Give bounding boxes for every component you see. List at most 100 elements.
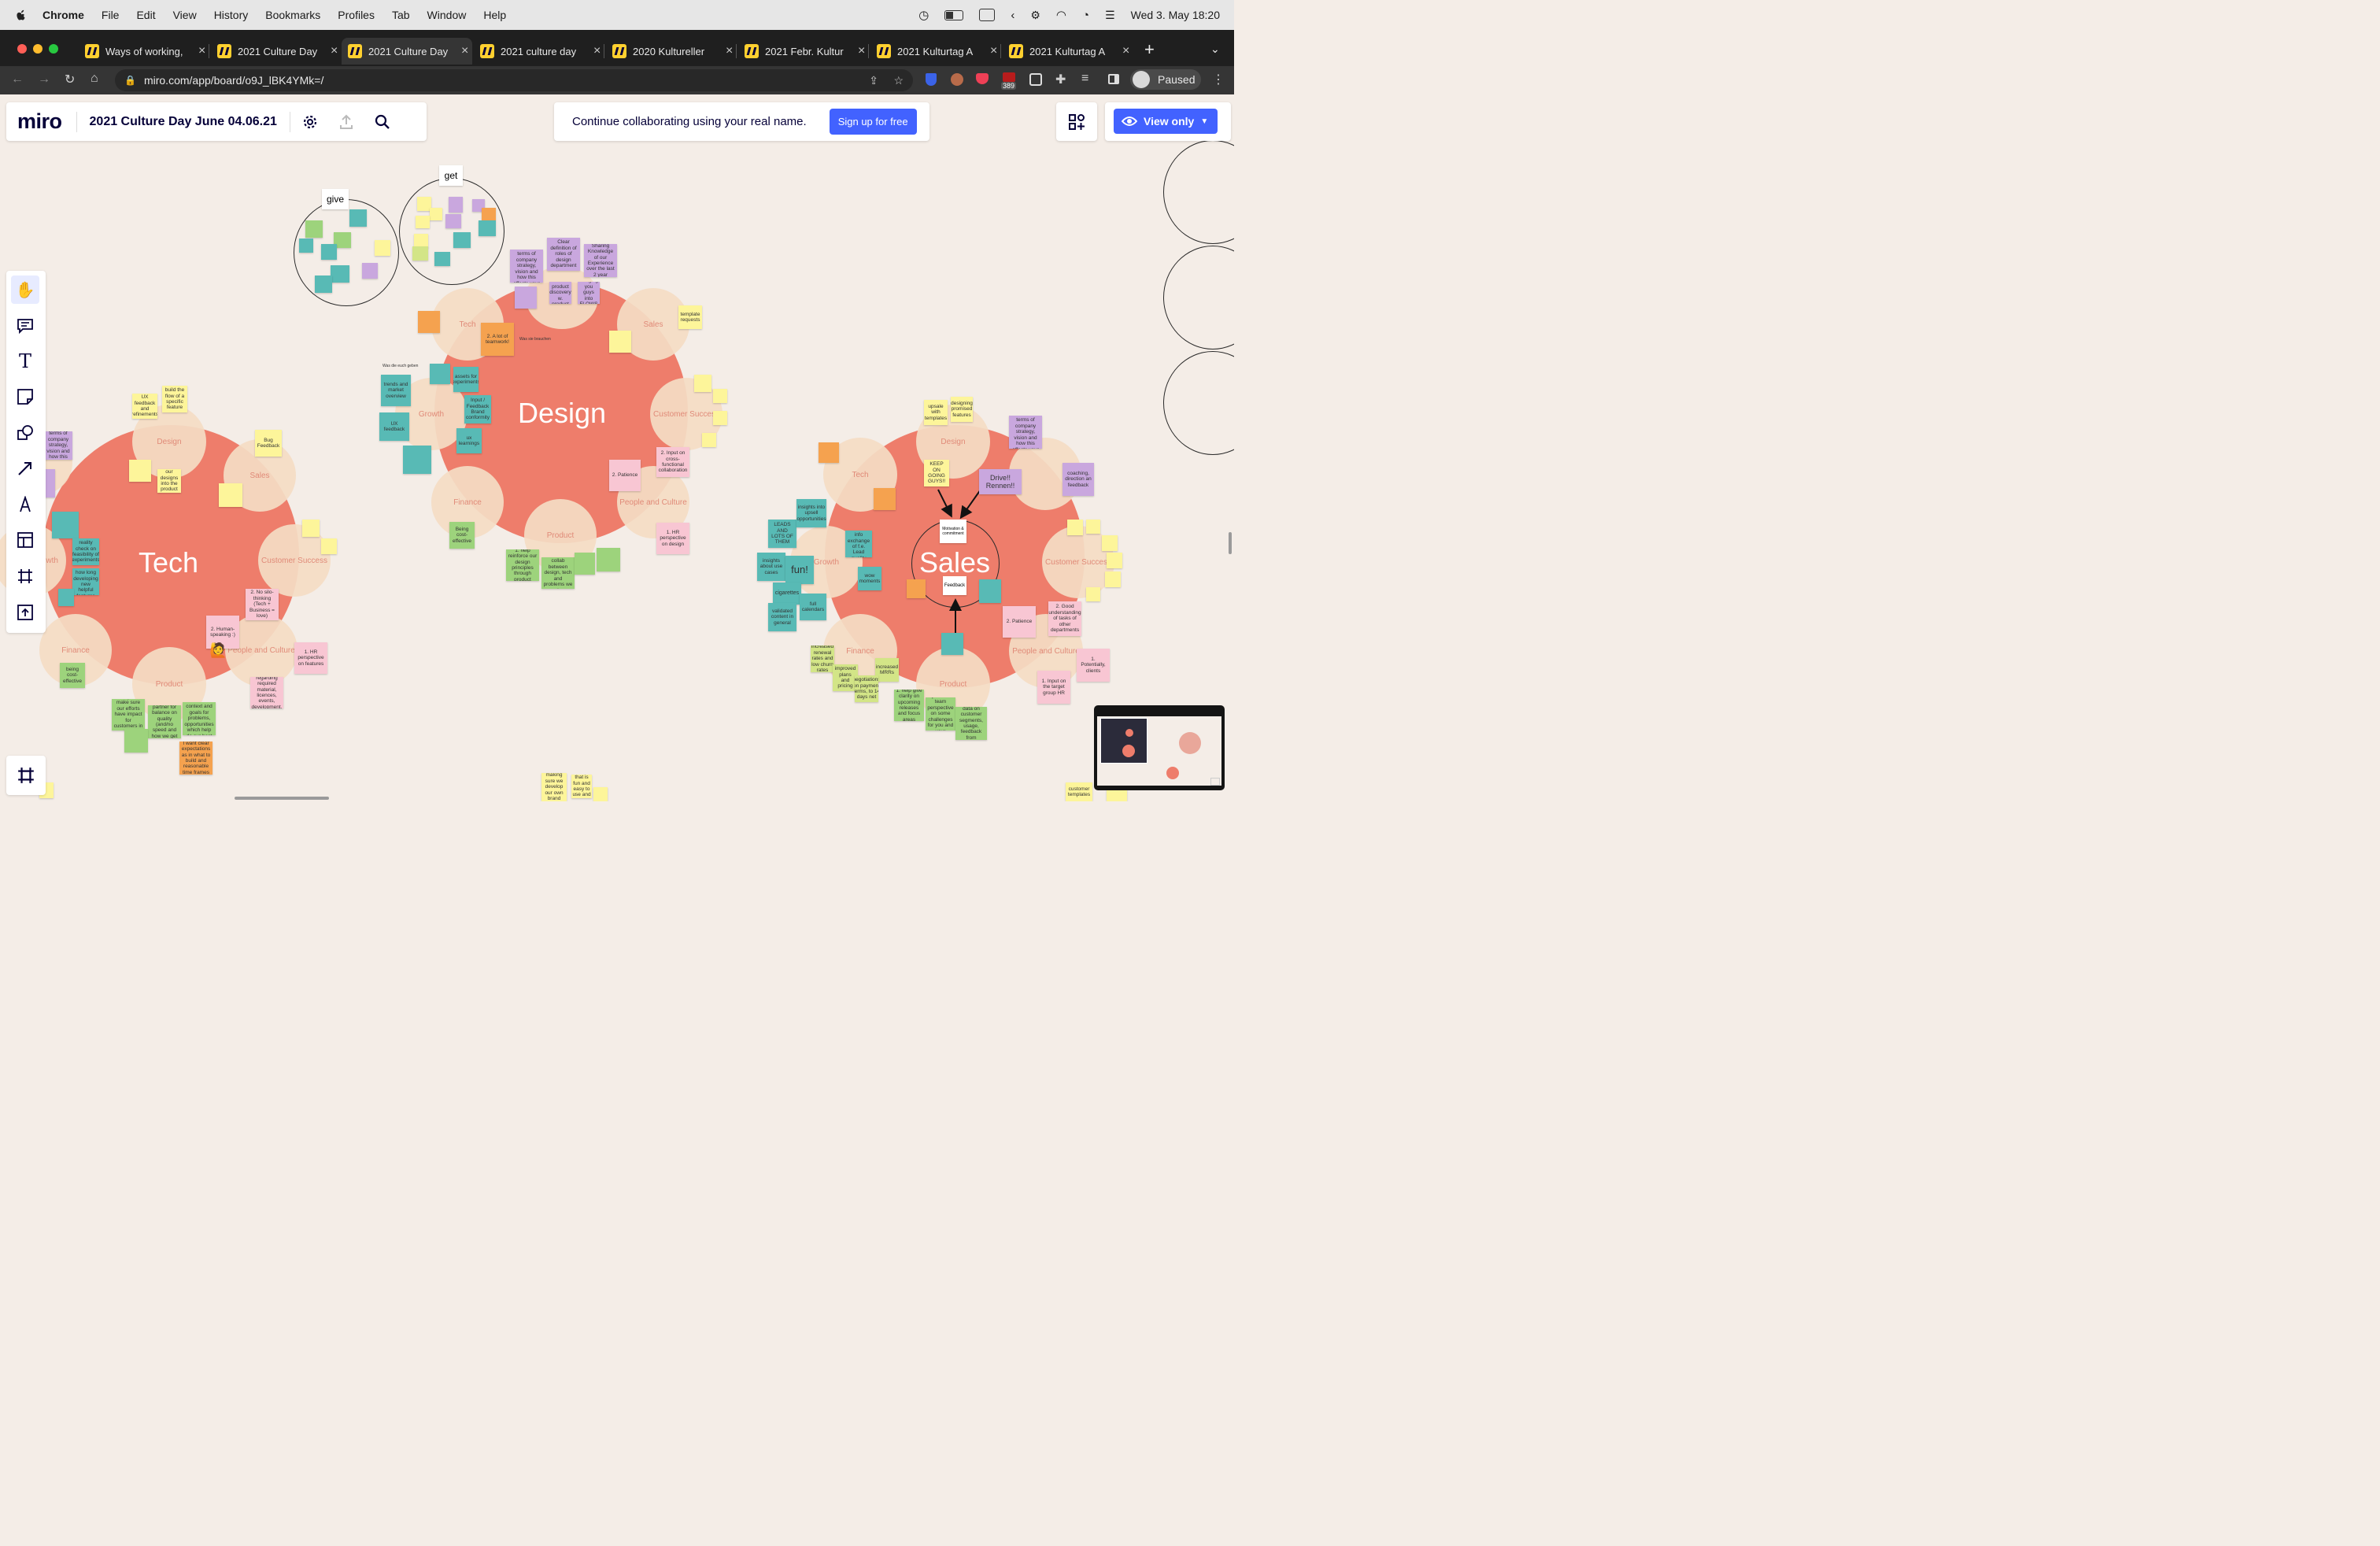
horizontal-scrollbar[interactable] [235,797,329,800]
menu-edit[interactable]: Edit [136,9,155,21]
sticky-note[interactable]: 1. help tech make sure our efforts have … [112,699,145,730]
sticky-note[interactable]: 2. Patience [1003,606,1036,638]
back-arrow-icon[interactable]: ← [11,72,24,87]
sticky-note[interactable]: coaching, direction an feedback [1062,463,1094,496]
sticky-note[interactable]: clear direction in terms of company stra… [44,431,72,460]
shield-extension-icon[interactable] [926,73,937,86]
sticky-note[interactable]: detailed info exchange of f.e. Lead qual… [845,531,872,557]
sticky-note[interactable] [479,220,496,236]
browser-tab[interactable]: 2021 culture day × [474,38,604,65]
sticky-note[interactable] [434,252,450,266]
menu-help[interactable]: Help [483,9,506,21]
sticky-note[interactable] [430,364,450,384]
sticky-note[interactable]: UX feedback and refinements [132,394,157,419]
shapes-tool-button[interactable] [11,419,39,447]
close-tab-icon[interactable]: × [198,44,205,58]
sticky-note[interactable]: 2. Input on cross-functional collaborati… [656,447,689,477]
wifi-icon[interactable]: ◔ [1082,9,1089,22]
menu-window[interactable]: Window [427,9,467,21]
sticky-note[interactable] [416,216,430,228]
close-tab-icon[interactable]: × [593,44,601,58]
sticky-note[interactable]: Bringing you guys into FLOWS [578,282,600,304]
sticky-note[interactable] [515,287,537,309]
kebab-menu-icon[interactable]: ⋮ [1212,72,1225,87]
sticky-note[interactable]: LEADS AND LOTS OF THEM [768,520,796,548]
sticky-note[interactable]: 1. help reinforce our design principles … [506,549,539,581]
sticky-note[interactable]: implement our designs into the product <… [157,469,181,493]
sticky-note[interactable]: 1. help give clarity on upcoming release… [894,690,924,721]
sticky-note[interactable]: 1. sparring partner for balance on quali… [148,705,181,738]
sticky-note[interactable] [219,483,242,507]
sticky-note[interactable] [302,520,320,537]
connection-line-tool-button[interactable] [11,454,39,483]
sticky-note[interactable] [1107,789,1127,801]
menu-file[interactable]: File [102,9,120,21]
sticky-note[interactable]: increased renewal rates and low churn ra… [811,645,834,672]
close-tab-icon[interactable]: × [1122,44,1129,58]
sticky-note[interactable] [58,589,74,606]
board-canvas[interactable]: give get Tech Sales Customer Success Peo… [0,94,1234,801]
sticky-note[interactable]: template requests [678,305,702,329]
sticky-note[interactable] [299,239,313,253]
sticky-note[interactable]: 1. Potentially, clients [1077,649,1110,682]
sticky-note[interactable]: Clear definition of roles of design depa… [547,238,580,271]
sticky-note[interactable]: 2. No silo-thinking (Tech + Business = l… [246,589,279,620]
window-minimize-button[interactable] [33,44,42,54]
frame-tool-button[interactable] [11,562,39,590]
sticky-note[interactable]: making sure we develop our own brand [541,773,567,801]
browser-tab[interactable]: 2021 Febr. Kultur × [738,38,869,65]
sticky-note[interactable]: 1. HR perspective on features [294,642,327,674]
sticky-note[interactable] [349,209,367,227]
sticky-note[interactable]: build the flow of a specific feature [162,386,187,412]
sticky-note[interactable] [941,633,963,655]
sticky-note[interactable]: ux learnings [456,428,482,453]
sticky-note[interactable]: Being cost-effective [449,522,475,549]
address-url[interactable]: miro.com/app/board/o9J_lBK4YMk=/ [144,74,323,87]
sticky-note[interactable]: 1. provide data on customer segments, us… [955,707,987,740]
sticky-note[interactable]: reality check on feasibility of experime… [72,538,99,565]
minimap[interactable] [1094,705,1225,790]
minimap-close-icon[interactable] [1210,778,1220,786]
board-title[interactable]: 2021 Culture Day June 04.06.21 [90,115,277,129]
tab-search-chevron-icon[interactable]: ⌄ [1210,43,1220,56]
extension-icon[interactable] [1029,73,1042,86]
sticky-note[interactable] [315,276,332,293]
browser-tab-active[interactable]: 2021 Culture Day × [342,38,472,65]
side-panel-icon[interactable] [1108,74,1119,84]
view-only-button[interactable]: View only ▼ [1114,109,1218,134]
sticky-note[interactable] [1105,571,1121,587]
sticky-note[interactable]: full calendars [800,594,826,620]
miro-logo[interactable]: miro [17,109,62,134]
sticky-note[interactable] [694,375,711,392]
sticky-note[interactable] [418,311,440,333]
sticky-note[interactable] [449,197,463,213]
sticky-note[interactable]: 1. ensure collab between design, tech an… [541,557,575,589]
menubar-datetime[interactable]: Wed 3. May 18:20 [1131,9,1220,21]
forward-arrow-icon[interactable]: → [38,72,50,87]
time-machine-icon[interactable]: ◷ [918,8,929,22]
sticky-note[interactable]: insights into upsell opportunities [796,499,826,527]
sticky-note[interactable] [979,579,1001,603]
sticky-note[interactable] [1086,520,1100,534]
frames-panel-button[interactable] [6,756,46,795]
display-icon[interactable] [979,9,996,21]
browser-tab[interactable]: 2021 Kulturtag A × [870,38,1001,65]
sticky-note[interactable] [375,240,390,256]
sticky-note[interactable]: Input / Feedback Brand conformity [464,395,491,423]
apple-icon[interactable] [14,8,28,22]
menu-app-name[interactable]: Chrome [42,9,84,21]
battery-icon[interactable] [944,9,964,20]
sticky-note[interactable]: 2. Patience [609,460,641,491]
sticky-note[interactable] [597,548,620,571]
close-tab-icon[interactable]: × [990,44,997,58]
control-center-icon[interactable]: ☰ [1105,9,1115,22]
settings-gear-icon[interactable] [301,113,319,131]
window-zoom-button[interactable] [49,44,58,54]
sticky-note[interactable] [124,729,148,753]
sticky-note[interactable] [52,512,79,538]
sticky-note[interactable] [305,220,323,238]
sticky-note[interactable] [453,232,471,248]
sticky-note[interactable] [129,460,151,482]
sticky-note[interactable]: customer templates [1066,782,1092,801]
menu-profiles[interactable]: Profiles [338,9,375,21]
